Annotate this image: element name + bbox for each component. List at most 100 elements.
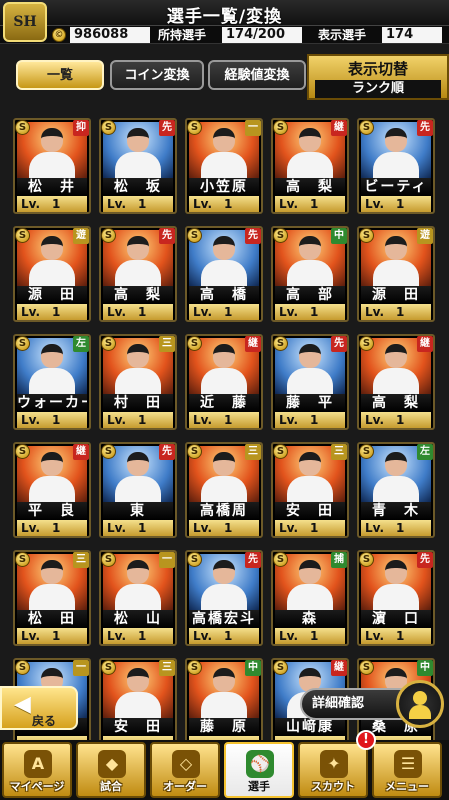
nav-match-button[interactable]: ◆ 試合	[76, 742, 146, 798]
player-card[interactable]: S 先高 橋 Lv. 1	[185, 226, 263, 322]
player-level: Lv. 1	[275, 520, 345, 536]
player-card[interactable]: S 三村 田 Lv. 1	[99, 334, 177, 430]
position-badge: 先	[159, 228, 175, 244]
player-card[interactable]: S 一松 山 Lv. 1	[99, 550, 177, 646]
player-head	[127, 128, 149, 152]
player-level: Lv. 1	[103, 412, 173, 428]
player-level: Lv. 1	[361, 628, 431, 644]
position-badge: 継	[331, 120, 347, 136]
player-card[interactable]: S 一小笠原 Lv. 1	[185, 118, 263, 214]
nav-order-button[interactable]: ◇ オーダー	[150, 742, 220, 798]
player-uniform	[29, 368, 75, 396]
player-card[interactable]: S 継高 梨 Lv. 1	[271, 118, 349, 214]
player-card[interactable]: S 三松 田 Lv. 1	[13, 550, 91, 646]
player-uniform	[287, 152, 333, 180]
player-name: 藤 平	[275, 394, 345, 412]
back-button[interactable]: ◀ 戻る	[0, 686, 78, 730]
player-head	[213, 560, 235, 584]
player-name: 村 田	[103, 394, 173, 412]
player-level: Lv. 1	[275, 412, 345, 428]
nav-scout-button[interactable]: ✦ スカウト	[298, 742, 368, 798]
player-card[interactable]: S 継高 梨 Lv. 1	[357, 334, 435, 430]
player-name: 高 橋	[189, 286, 259, 304]
player-name: 高 梨	[103, 286, 173, 304]
coin-s-icon: S	[15, 228, 30, 243]
player-card[interactable]: S 継平 良 Lv. 1	[13, 442, 91, 538]
player-head	[213, 128, 235, 152]
player-card[interactable]: S 三安 田 Lv. 1	[271, 442, 349, 538]
player-name: 高 梨	[275, 178, 345, 196]
coin-s-icon: S	[359, 120, 374, 135]
bottom-nav: A マイページ ◆ 試合 ◇ オーダー ⚾ 選手 ✦ スカウト ☰ メニュー	[0, 740, 449, 800]
player-head	[41, 236, 63, 260]
coin-s-icon: S	[359, 552, 374, 567]
player-card[interactable]: S 三高橋周 Lv. 1	[185, 442, 263, 538]
tab-list[interactable]: 一覧	[16, 60, 104, 90]
player-head	[213, 668, 235, 692]
position-badge: 中	[331, 228, 347, 244]
player-head	[127, 236, 149, 260]
player-head	[385, 128, 407, 152]
coin-s-icon: S	[15, 120, 30, 135]
player-name: 小笠原	[189, 178, 259, 196]
position-badge: 左	[73, 336, 89, 352]
player-card[interactable]: S 先松 坂 Lv. 1	[99, 118, 177, 214]
detail-check-button[interactable]: 詳細確認	[300, 688, 410, 720]
nav-players-button[interactable]: ⚾ 選手	[224, 742, 294, 798]
tab-exp-convert[interactable]: 経験値変換	[208, 60, 306, 90]
coin-s-icon: S	[187, 336, 202, 351]
player-card[interactable]: S 中高 部 Lv. 1	[271, 226, 349, 322]
player-uniform	[201, 584, 247, 612]
tab-coin-convert[interactable]: コイン変換	[110, 60, 204, 90]
player-card[interactable]: S 抑松 井 Lv. 1	[13, 118, 91, 214]
player-name: 安 田	[275, 502, 345, 520]
coin-s-icon: S	[273, 336, 288, 351]
nav-mypage-button[interactable]: A マイページ	[2, 742, 72, 798]
player-card[interactable]: S 先高 梨 Lv. 1	[99, 226, 177, 322]
player-head	[299, 452, 321, 476]
player-card[interactable]: S 先高橋宏斗 Lv. 1	[185, 550, 263, 646]
nav-menu-button[interactable]: ☰ メニュー	[372, 742, 442, 798]
player-head	[213, 452, 235, 476]
player-uniform	[115, 692, 161, 720]
position-badge: 一	[73, 660, 89, 676]
player-card[interactable]: S 先ビーティ Lv. 1	[357, 118, 435, 214]
team-logo[interactable]: SH	[3, 2, 47, 42]
nav-players-label: 選手	[248, 780, 270, 793]
player-detail-icon[interactable]	[396, 680, 444, 728]
position-badge: 先	[159, 444, 175, 460]
player-head	[385, 236, 407, 260]
coin-s-icon: S	[273, 444, 288, 459]
player-card[interactable]: S 先濵 口 Lv. 1	[357, 550, 435, 646]
player-card[interactable]: S 遊源 田 Lv. 1	[357, 226, 435, 322]
player-card[interactable]: S 遊源 田 Lv. 1	[13, 226, 91, 322]
tab-row: 一覧 コイン変換 経験値変換 表示切替 ランク順	[0, 54, 449, 100]
player-card[interactable]: S 左青 木 Lv. 1	[357, 442, 435, 538]
player-level: Lv. 1	[361, 520, 431, 536]
position-badge: 一	[159, 552, 175, 568]
player-head	[299, 128, 321, 152]
player-name: 高橋周	[189, 502, 259, 520]
nav-mypage-icon: A	[24, 750, 52, 778]
player-uniform	[115, 152, 161, 180]
player-card[interactable]: S 先藤 平 Lv. 1	[271, 334, 349, 430]
player-uniform	[373, 368, 419, 396]
player-name: 高 梨	[361, 394, 431, 412]
coin-s-icon: S	[187, 228, 202, 243]
player-level: Lv. 1	[275, 304, 345, 320]
player-name: 松 山	[103, 610, 173, 628]
player-uniform	[287, 368, 333, 396]
player-card[interactable]: S 先東 Lv. 1	[99, 442, 177, 538]
display-toggle-button[interactable]: 表示切替 ランク順	[307, 54, 449, 100]
player-card[interactable]: S 継近 藤 Lv. 1	[185, 334, 263, 430]
player-card[interactable]: S 左ウォーカーLv. 1	[13, 334, 91, 430]
header-bar: 選手一覧/変換	[0, 0, 449, 27]
coin-s-icon: S	[15, 660, 30, 675]
player-uniform	[373, 260, 419, 288]
position-badge: 継	[73, 444, 89, 460]
player-name: 源 田	[17, 286, 87, 304]
position-badge: 三	[331, 444, 347, 460]
player-uniform	[29, 584, 75, 612]
player-card[interactable]: S 捕森 Lv. 1	[271, 550, 349, 646]
player-head	[299, 560, 321, 584]
